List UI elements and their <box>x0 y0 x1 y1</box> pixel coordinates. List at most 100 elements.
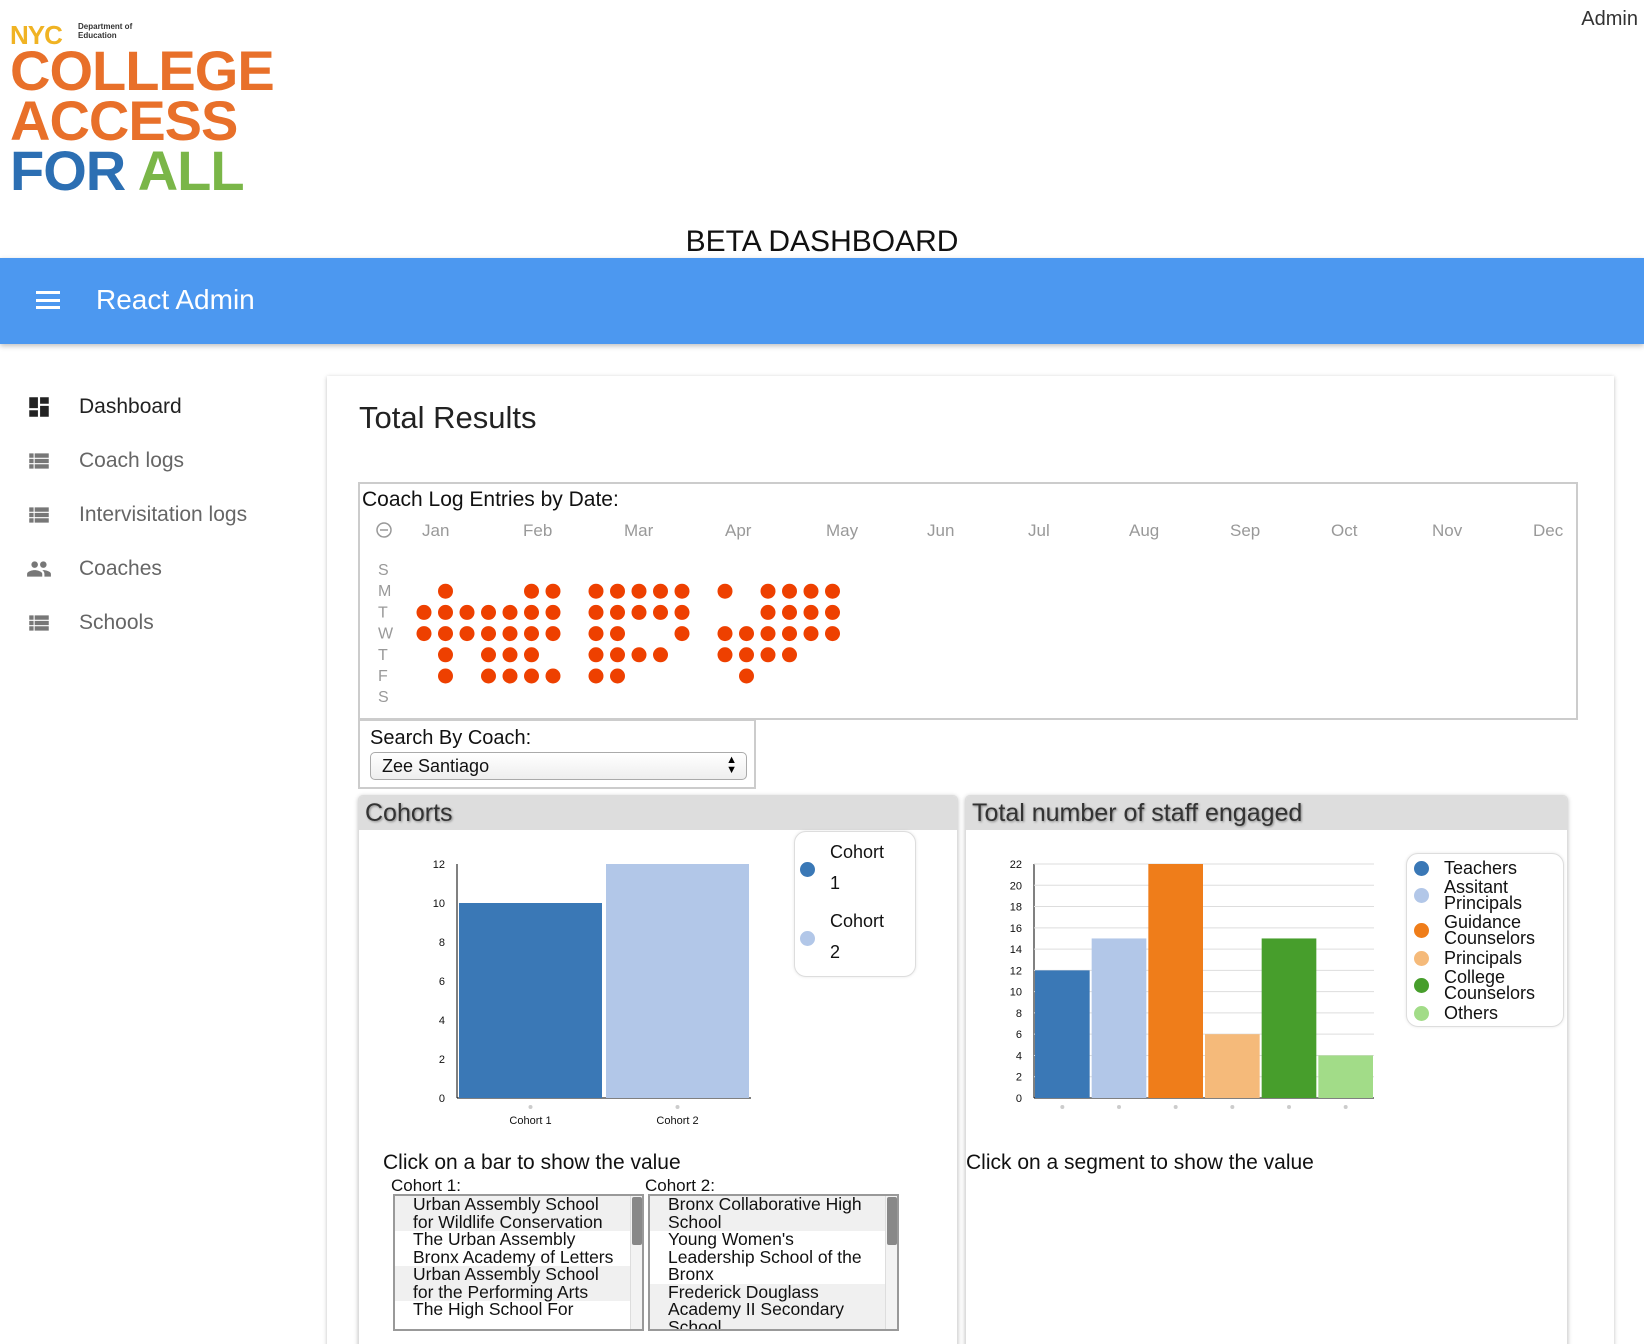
month-label: Dec <box>1533 521 1564 540</box>
calendar-dot <box>653 583 668 599</box>
calendar-dot <box>438 626 453 642</box>
legend-item-label: Cohort <box>830 911 885 931</box>
bar <box>1261 938 1317 1098</box>
y-tick-label: 4 <box>439 1015 445 1027</box>
calendar-dot <box>782 604 797 620</box>
legend-item-label: 1 <box>830 873 841 893</box>
list-item[interactable]: Young Women's Leadership School of the B… <box>650 1230 897 1284</box>
calendar-dot <box>631 583 647 599</box>
calendar-dot <box>610 583 625 599</box>
logo-nyc: NYC <box>10 20 63 50</box>
month-label: Jun <box>927 521 954 540</box>
sidebar-item-label: Dashboard <box>79 395 182 418</box>
legend-dot <box>1414 923 1429 938</box>
x-tick-label: Cohort 1 <box>509 1115 551 1127</box>
search-caption: Search By Coach: <box>370 727 532 749</box>
legend-dot <box>1414 888 1429 903</box>
calendar-dot <box>524 647 539 663</box>
month-label: Mar <box>624 521 654 540</box>
sidebar-item-coaches[interactable]: Coaches <box>0 542 320 596</box>
y-tick-label: 2 <box>439 1054 445 1066</box>
sidebar-item-dashboard[interactable]: Dashboard <box>0 380 320 434</box>
calendar-dot <box>502 668 518 684</box>
calendar-dot <box>545 583 561 599</box>
calendar-dot <box>459 626 475 642</box>
menu-icon[interactable] <box>36 291 60 309</box>
calendar-dot <box>717 583 733 599</box>
cohorts-bar-chart: 0 2 4 6 8 10 12 Cohort 1 Cohort 2 <box>433 859 751 1127</box>
y-tick-label: 14 <box>1010 944 1022 956</box>
calendar-dot <box>524 626 539 642</box>
list-item[interactable]: Frederick Douglass Academy II Secondary … <box>650 1283 897 1329</box>
scrollbar-thumb[interactable] <box>632 1197 642 1245</box>
sidebar-item-coach-logs[interactable]: Coach logs <box>0 434 320 488</box>
staff-engaged-panel: Total number of staff engaged 0 2 4 6 8 10 12 1… <box>965 795 1568 1344</box>
month-label: Nov <box>1432 521 1463 540</box>
calendar-dot <box>739 647 754 663</box>
calendar-dot <box>588 604 604 620</box>
legend-dot <box>800 862 815 877</box>
legend-item-label: Principals <box>1444 948 1523 968</box>
calendar-dot <box>459 604 475 620</box>
list-item[interactable]: The High School For <box>395 1300 642 1319</box>
weekday-label: M <box>378 583 391 600</box>
x-tick-label: Cohort 2 <box>656 1115 698 1127</box>
calendar-dot <box>502 647 518 663</box>
weekday-label: F <box>378 668 388 685</box>
admin-link[interactable]: Admin <box>1581 8 1638 31</box>
month-label: Aug <box>1129 521 1159 540</box>
legend-dot <box>800 931 815 946</box>
calendar-dot <box>502 604 518 620</box>
scrollbar-thumb[interactable] <box>887 1197 897 1245</box>
x-tick-mark <box>1287 1105 1291 1109</box>
calendar-dot <box>610 626 625 642</box>
app-title: React Admin <box>96 284 255 315</box>
y-tick-label: 12 <box>1010 965 1022 977</box>
staff-bar-chart: 0 2 4 6 8 10 12 14 16 18 20 22 <box>1010 859 1374 1109</box>
cohorts-hint: Click on a bar to show the value <box>383 1151 681 1174</box>
cohort-1-school-list[interactable]: Urban Assembly School for Wildlife Conse… <box>393 1194 644 1331</box>
bar <box>1205 1034 1260 1098</box>
calendar-dot <box>717 647 733 663</box>
y-tick-label: 8 <box>439 937 445 949</box>
month-label: Feb <box>523 521 552 540</box>
bar <box>1148 864 1203 1098</box>
cohort-2-school-list[interactable]: Bronx Collaborative High School Young Wo… <box>648 1194 899 1331</box>
coach-select[interactable]: Zee Santiago ▲ ▼ <box>370 752 747 780</box>
legend-item-label: Principals <box>1444 893 1523 913</box>
calendar-dot <box>825 583 840 599</box>
calendar-dot <box>588 583 604 599</box>
bar <box>1318 1055 1373 1098</box>
sidebar-item-label: Schools <box>79 611 154 634</box>
page-title: Total Results <box>359 400 537 435</box>
calendar-dot <box>502 626 518 642</box>
list-item[interactable]: Bronx Collaborative High School <box>650 1196 897 1231</box>
logo-line-3b: ALL <box>137 139 245 202</box>
bar <box>459 903 602 1098</box>
legend-dot <box>1414 978 1429 993</box>
calendar-dot <box>481 604 496 620</box>
calendar-dot <box>782 583 797 599</box>
list-item[interactable]: Urban Assembly School for the Performing… <box>395 1265 642 1301</box>
calendar-dot <box>674 604 690 620</box>
weekday-label: W <box>378 626 394 643</box>
y-tick-label: 6 <box>1016 1029 1022 1041</box>
sidebar-item-label: Coaches <box>79 557 162 580</box>
staff-hint: Click on a segment to show the value <box>966 1151 1314 1174</box>
staff-legend: Teachers Assitant Principals Guidance Co… <box>1406 853 1564 1027</box>
staff-panel-title: Total number of staff engaged <box>966 796 1567 830</box>
sidebar-item-schools[interactable]: Schools <box>0 596 320 650</box>
calendar-dot <box>438 583 453 599</box>
scrollbar[interactable] <box>885 1196 897 1329</box>
legend-item-label: Teachers <box>1444 858 1518 878</box>
scrollbar[interactable] <box>630 1196 642 1329</box>
y-tick-label: 8 <box>1016 1008 1022 1020</box>
calendar-dot <box>524 604 539 620</box>
legend-dot <box>1414 1006 1429 1021</box>
y-tick-label: 16 <box>1010 923 1022 935</box>
sidebar-item-intervisitation-logs[interactable]: Intervisitation logs <box>0 488 320 542</box>
month-label: Sep <box>1230 521 1260 540</box>
list-item[interactable]: Urban Assembly School for Wildlife Conse… <box>395 1196 642 1231</box>
calendar-dot <box>416 604 432 620</box>
list-item[interactable]: The Urban Assembly Bronx Academy of Lett… <box>395 1230 642 1266</box>
